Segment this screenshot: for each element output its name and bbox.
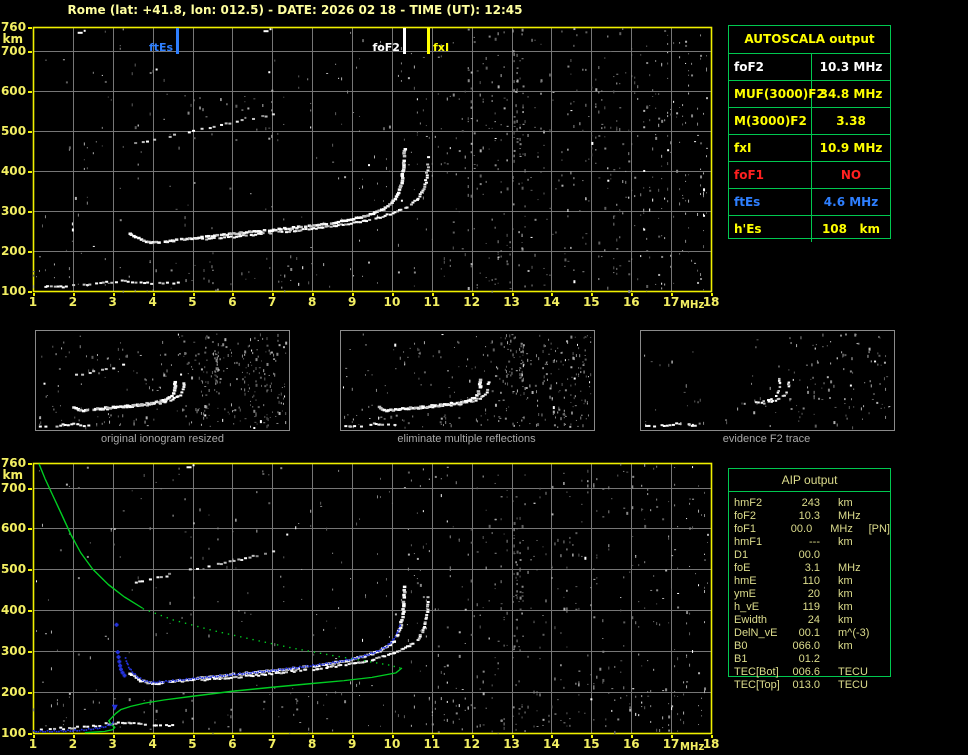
autoscala-param-value: NO (840, 168, 862, 182)
aip-param-label: foF1 (734, 523, 757, 535)
aip-param-value: --- (809, 536, 820, 548)
aip-param-label: TEC[Bot] (734, 666, 779, 678)
thumbnail-caption-evidence: evidence F2 trace (722, 433, 811, 445)
aip-param-unit: TECU (838, 666, 868, 678)
autoscala-param-label: MUF(3000)F2 (729, 81, 825, 107)
autoscala-param-label: h'Es (729, 216, 812, 242)
aip-param-value: 24 (807, 614, 820, 626)
aip-row: ymE 20 km (734, 588, 890, 601)
aip-row: Ewidth 24 km (734, 614, 890, 627)
aip-row: hmF1 --- km (734, 536, 890, 549)
aip-param-label: hmF1 (734, 536, 763, 548)
aip-param-value: 013.0 (792, 679, 820, 691)
aip-param-value: 006.6 (792, 666, 820, 678)
aip-param-label: hmF2 (734, 497, 763, 509)
thumbnail-caption-reflections: eliminate multiple reflections (397, 433, 536, 445)
autoscala-param-value: 108 km (821, 222, 881, 236)
aip-param-label: foE (734, 562, 751, 574)
aip-param-unit: km (838, 575, 853, 587)
aip-param-value: 119 (802, 601, 820, 613)
aip-param-label: hmE (734, 575, 757, 587)
aip-param-unit: km (838, 588, 853, 600)
autoscala-param-value: 3.38 (836, 114, 866, 128)
autoscala-param-value: 10.3 MHz (819, 60, 883, 74)
aip-output-table: AIP output hmF2 243 km foF2 10.3 MHz foF1 00.0 M… (728, 468, 891, 691)
autoscala-param-value: 34.8 MHz (819, 87, 883, 101)
aip-param-unit: MHz (838, 510, 861, 522)
aip-param-unit: km (838, 640, 853, 652)
autoscala-row: fxI 10.9 MHz (729, 135, 890, 162)
autoscala-output-table: AUTOSCALA output foF2 10.3 MHz MUF(3000)F2… (728, 25, 891, 242)
aip-param-unit (838, 549, 878, 562)
aip-param-value: 10.3 (798, 510, 820, 522)
autoscala-param-label: fxI (729, 135, 812, 161)
aip-param-unit: km (838, 497, 853, 509)
aip-param-unit: km (838, 614, 853, 626)
autoscala-table-header: AUTOSCALA output (729, 26, 890, 54)
aip-param-unit: MHz (830, 523, 853, 535)
aip-param-value: 00.1 (798, 627, 820, 639)
aip-param-label: foF2 (734, 510, 757, 522)
aip-param-label: ymE (734, 588, 756, 600)
aip-param-unit (838, 653, 878, 666)
aip-row: hmF2 243 km (734, 497, 890, 510)
autoscala-row: foF2 10.3 MHz (729, 54, 890, 81)
aip-param-value: 20 (807, 588, 820, 600)
aip-param-unit: TECU (838, 679, 868, 691)
aip-param-label: DelN_vE (734, 627, 778, 639)
aip-row: DelN_vE 00.1 m^(-3) (734, 627, 890, 640)
aip-param-value: 110 (802, 575, 820, 587)
autoscala-app-window: { "title": "Rome (lat: +41.8, lon: 012.5… (0, 0, 968, 755)
autoscala-param-value: 4.6 MHz (823, 195, 879, 209)
autoscala-param-label: M(3000)F2 (729, 108, 812, 134)
autoscala-row: foF1 NO (729, 162, 890, 189)
restored-ionogram-plot (0, 452, 724, 755)
aip-param-label: Ewidth (734, 614, 768, 626)
thumbnail-caption-original: original ionogram resized (101, 433, 224, 445)
aip-row: B1 01.2 (734, 653, 890, 666)
aip-row: TEC[Bot] 006.6 TECU (734, 666, 890, 679)
autoscala-param-label: foF2 (729, 54, 812, 80)
aip-param-label: h_vE (734, 601, 760, 613)
aip-table-header: AIP output (729, 469, 890, 492)
thumbnail-evidence-f2-trace (640, 330, 895, 431)
autoscala-row: h'Es 108 km (729, 216, 890, 242)
autoscala-row: ftEs 4.6 MHz (729, 189, 890, 216)
station-title: Rome (lat: +41.8, lon: 012.5) - DATE: 20… (67, 3, 523, 17)
aip-param-label: B0 (734, 640, 748, 652)
aip-param-value: 066.0 (792, 640, 820, 652)
aip-param-unit: MHz (838, 562, 861, 574)
aip-row: h_vE 119 km (734, 601, 890, 614)
autoscala-param-label: ftEs (729, 189, 812, 215)
aip-param-value: 00.0 (790, 523, 813, 535)
aip-param-unit: m^(-3) (838, 627, 870, 639)
aip-param-label: B1 (734, 653, 748, 665)
aip-row: foF2 10.3 MHz (734, 510, 890, 523)
aip-row: foF1 00.0 MHz [PN] (734, 523, 890, 536)
aip-row: D1 00.0 (734, 549, 890, 562)
autoscala-row: MUF(3000)F2 34.8 MHz (729, 81, 890, 108)
aip-param-label: D1 (734, 549, 749, 561)
thumbnail-eliminate-reflections (340, 330, 595, 431)
autoscala-row: M(3000)F2 3.38 (729, 108, 890, 135)
aip-param-value: 243 (801, 497, 820, 509)
aip-row: hmE 110 km (734, 575, 890, 588)
aip-param-unit: km (838, 536, 853, 548)
autoscala-param-value: 10.9 MHz (819, 141, 883, 155)
aip-param-value: 00.0 (798, 549, 820, 561)
aip-row: foE 3.1 MHz (734, 562, 890, 575)
aip-param-value: 3.1 (804, 562, 820, 574)
thumbnail-original-ionogram (35, 330, 290, 431)
aip-row: B0 066.0 km (734, 640, 890, 653)
aip-param-value: 01.2 (798, 653, 820, 665)
aip-param-label: TEC[Top] (734, 679, 780, 691)
aip-row: TEC[Top] 013.0 TECU (734, 679, 890, 692)
aip-param-extra: [PN] (868, 523, 890, 535)
scaled-ionogram-plot (0, 16, 724, 332)
autoscala-param-label: foF1 (729, 162, 812, 188)
aip-param-unit: km (838, 601, 853, 613)
